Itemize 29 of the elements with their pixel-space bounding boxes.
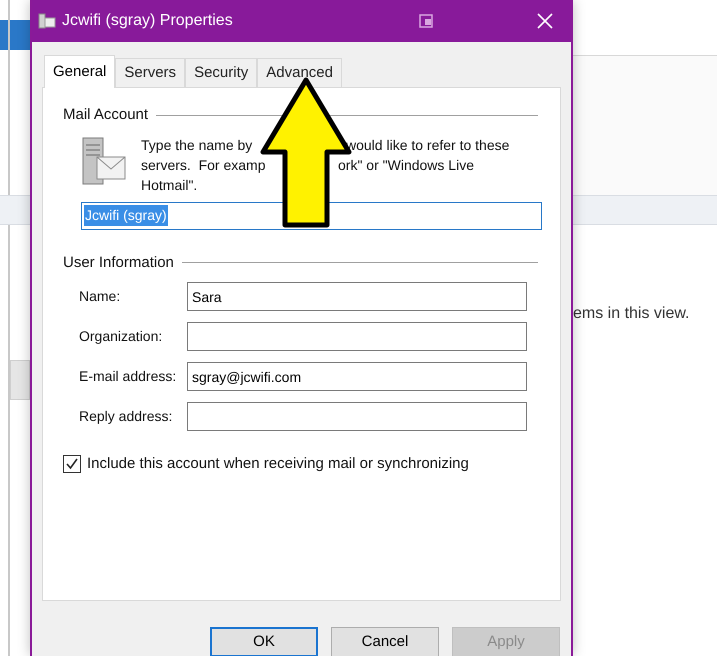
dialog-button[interactable]: Cancel: [331, 627, 439, 656]
group-heading: User Information: [63, 252, 174, 272]
window-title: Jcwifi (sgray) Properties: [62, 11, 233, 31]
close-icon: [537, 13, 553, 29]
tab[interactable]: Security: [185, 58, 258, 87]
field-label: Name:: [78, 287, 122, 306]
description-text: servers. For examp: [141, 156, 266, 174]
dialog-button[interactable]: OK: [210, 627, 318, 656]
text-field[interactable]: [187, 402, 527, 431]
checkbox-label: Include this account when receiving mail or synchronizing: [87, 454, 469, 474]
server-mail-icon: [81, 136, 127, 184]
status-text: ems in this view.: [573, 304, 690, 324]
field-label: E-mail address:: [78, 367, 178, 386]
group-heading: Mail Account: [63, 105, 148, 125]
text-field[interactable]: sgray@jcwifi.com: [187, 362, 527, 391]
checkbox[interactable]: [63, 455, 81, 474]
tab[interactable]: Advanced: [257, 58, 342, 87]
tab[interactable]: General: [44, 55, 116, 88]
description-text: Type the name by: [141, 136, 254, 154]
text-field[interactable]: [187, 322, 527, 351]
field-label: Organization:: [78, 327, 164, 346]
snap-icon[interactable]: [418, 14, 433, 28]
field-label: Reply address:: [78, 407, 174, 426]
description-text: Hotmail".: [141, 176, 198, 194]
app-icon: [38, 13, 56, 29]
app-bar: [0, 20, 30, 50]
tab[interactable]: Servers: [115, 58, 186, 87]
description-text: ork" or "Windows Live: [338, 156, 474, 174]
text-field[interactable]: Sara: [187, 282, 527, 311]
